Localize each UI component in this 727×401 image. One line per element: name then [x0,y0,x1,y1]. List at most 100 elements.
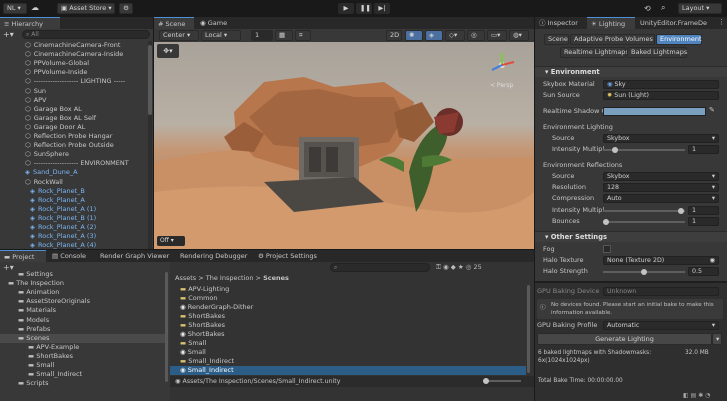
project-tree-item[interactable]: ▬ Small [0,361,165,370]
project-search-input[interactable]: ⌕ [330,263,430,272]
grid-snap-field[interactable]: 1 [251,30,273,41]
hierarchy-item[interactable]: ⬡ CinemachineCamera-Inside [25,50,123,59]
subtab-realtime-lightmaps[interactable]: Realtime Lightmaps [560,47,629,58]
compression-dropdown[interactable]: Auto ▾ [603,194,719,203]
favorite-icon[interactable]: ★ [458,263,464,271]
project-tree-item[interactable]: ▬ Animation [0,288,165,297]
effects-toggle[interactable]: ◇▾ [445,30,465,41]
project-tree-item[interactable]: ▬ Models [0,316,165,325]
hierarchy-item[interactable]: ⬡ Garage Door AL [25,123,85,132]
asset-item[interactable]: ◉ RenderGraph-Dither [170,303,526,312]
asset-store-dropdown[interactable]: ▣ Asset Store ▾ [57,3,115,14]
project-tree-item[interactable]: ▬ ShortBakes [0,352,165,361]
asset-list-scrollbar[interactable] [527,285,530,373]
subtab-apv[interactable]: Adaptive Probe Volumes [570,34,655,45]
shadow-color-field[interactable] [603,107,706,116]
env-intensity-knob[interactable] [612,147,618,153]
hierarchy-search-input[interactable]: ⌕ All [22,30,150,39]
snap-button[interactable]: ⌗ [295,30,311,41]
bounces-knob[interactable] [603,219,609,225]
hierarchy-item[interactable]: ⬡ Sun [25,87,46,96]
hierarchy-item[interactable]: ⬡ Garage Box AL Self [25,114,96,123]
hierarchy-item[interactable]: ◈ Rock_Planet_A (1) [30,205,96,214]
subtab-scene[interactable]: Scene [544,34,569,45]
halo-strength-field[interactable]: 0.5 [688,267,719,276]
tab-rendering-debugger[interactable]: Rendering Debugger [176,250,250,262]
bake-progress-icon[interactable]: ◧ [683,392,689,399]
bounces-field[interactable]: 1 [688,217,719,226]
hierarchy-item[interactable]: ⬡ Garage Box AL [25,105,82,114]
environment-section-header[interactable]: ▾ Environment [535,66,727,77]
refl-source-dropdown[interactable]: Skybox ▾ [603,172,719,181]
asset-item[interactable]: ◉ Small [170,348,526,357]
tab-inspector[interactable]: ⓘ Inspector [535,17,585,29]
hierarchy-item[interactable]: ⬡ PPVolume-Global [25,59,89,68]
pause-button[interactable]: ❚❚ [356,3,372,14]
space-dropdown[interactable]: Local ▾ [201,30,241,41]
asset-item[interactable]: ▬ Small_Indirect [170,357,526,366]
account-dropdown[interactable]: NL ▾ [3,3,27,14]
resolution-dropdown[interactable]: 128 ▾ [603,183,719,192]
gizmos-button[interactable]: ◍▾ [509,30,529,41]
tab-render-graph[interactable]: Render Graph Viewer [96,250,172,262]
tree-scrollbar[interactable] [165,272,168,382]
hierarchy-add-button[interactable]: +▾ [3,30,14,39]
skybox-material-field[interactable]: ◉ Sky [603,80,719,89]
audio-toggle[interactable]: ◈ [425,30,443,41]
fog-checkbox[interactable] [603,245,611,253]
camera-settings[interactable]: ▭▾ [487,30,507,41]
grid-toggle-button[interactable]: ▦ [275,30,293,41]
tab-lighting[interactable]: ☀ Lighting [587,17,635,29]
hidden-toggle[interactable]: ◎ [467,30,485,41]
asset-item[interactable]: ◉ ShortBakes [170,330,526,339]
asset-item[interactable]: ▬ ShortBakes [170,312,526,321]
icon-size-knob[interactable] [483,378,489,384]
project-tree-item[interactable]: ▬ Settings [0,270,165,279]
search-icon[interactable]: ⌕ [661,3,665,13]
tool-icon[interactable]: ◔ [705,392,710,399]
hierarchy-item[interactable]: ◈ Rock_Planet_B (1) [30,214,96,223]
hierarchy-item[interactable]: ◈ Sand_Dune_A [25,168,78,177]
breadcrumb-inspection[interactable]: The Inspection [206,274,254,282]
refl-intensity-knob[interactable] [678,208,684,214]
gpu-profile-dropdown[interactable]: Automatic ▾ [603,321,719,330]
breadcrumb-assets[interactable]: Assets [175,274,196,282]
step-button[interactable]: ▶| [374,3,390,14]
more-menu-icon[interactable]: ⋮ [718,18,725,26]
hierarchy-item[interactable]: ◈ Rock_Planet_A (4) [30,241,96,249]
hierarchy-item[interactable]: ⬡ APV [25,96,47,105]
refl-intensity-track[interactable] [603,210,685,212]
hierarchy-item[interactable]: ⬡ PPVolume-Inside [25,68,87,77]
eyedropper-icon[interactable]: ✎ [709,106,715,114]
tab-project-settings[interactable]: ⚙ Project Settings [254,250,324,262]
subtab-environment[interactable]: Environment [656,34,702,45]
hierarchy-item[interactable]: ◈ Rock_Planet_B [30,187,85,196]
hierarchy-item[interactable]: ◈ Rock_Planet_A (3) [30,232,96,241]
hierarchy-item[interactable]: ⬡ Reflection Probe Hangar [25,132,112,141]
visibility-icon[interactable]: ◎ [466,263,472,271]
scene-viewport[interactable]: ✥▾ < Persp Off ▾ [154,42,534,249]
orientation-gizmo[interactable] [487,50,517,80]
layout-dropdown[interactable]: Layout ▾ [678,3,722,14]
settings-gear-button[interactable]: ⚙ [119,3,133,14]
history-icon[interactable]: ⟲ [644,4,651,13]
asset-item[interactable]: ▬ Small [170,339,526,348]
cache-icon[interactable]: ▤ [691,392,697,399]
tab-project[interactable]: ▬ Project [0,250,46,262]
lock-icon[interactable]: ⚿ [436,263,441,271]
scene-tools-overlay[interactable]: ✥▾ [157,44,179,58]
tab-game[interactable]: ◉ Game [196,17,236,29]
breadcrumb-scenes[interactable]: Scenes [263,274,289,282]
play-button[interactable]: ▶ [338,3,354,14]
project-tree-item[interactable]: ▬ The Inspection [0,279,165,288]
debug-icon[interactable]: ✱ [698,392,703,399]
env-source-dropdown[interactable]: Skybox ▾ [603,134,719,143]
tab-hierarchy[interactable]: ≡ Hierarchy [0,17,60,29]
hierarchy-item[interactable]: ⬡ SunSphere [25,150,69,159]
project-tree-item[interactable]: ▬ Materials [0,306,165,315]
lighting-toggle[interactable]: ✺ [405,30,423,41]
env-intensity-field[interactable]: 1 [688,145,719,154]
generate-lighting-dropdown[interactable]: ▾ [712,333,722,345]
hierarchy-item[interactable]: ⬡ RockWall [25,178,63,187]
tab-scene[interactable]: # Scene [154,17,194,29]
